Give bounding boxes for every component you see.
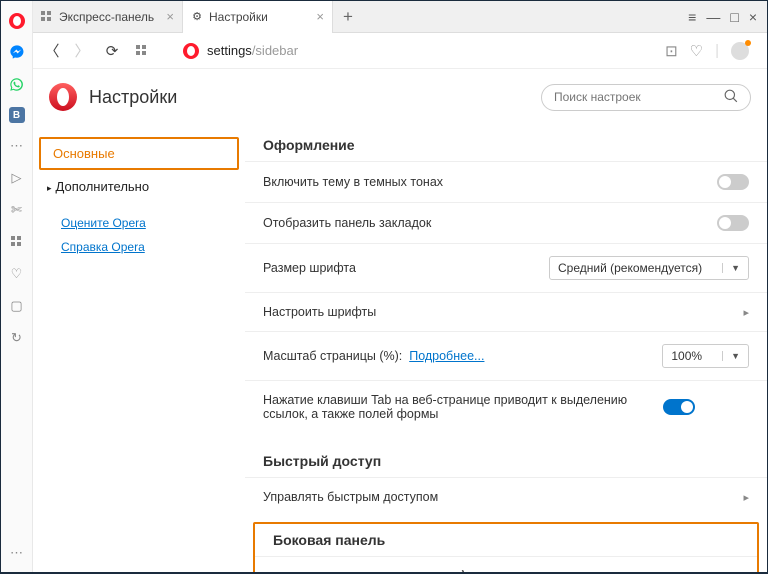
close-icon[interactable]: × xyxy=(166,9,174,24)
speed-dial-icon[interactable] xyxy=(8,233,26,251)
chevron-down-icon: ▼ xyxy=(722,263,740,273)
snapshot-icon[interactable]: ✄ xyxy=(8,201,26,219)
chevron-down-icon: ▼ xyxy=(722,351,740,361)
sidebar-section-highlight: Боковая панель Управление боковой панель… xyxy=(253,522,759,572)
section-appearance-title: Оформление xyxy=(245,125,767,161)
tab-label: Экспресс-панель xyxy=(59,10,154,24)
setting-label: Отобразить панель закладок xyxy=(263,216,717,230)
settings-header: Настройки xyxy=(33,69,767,125)
select-value: Средний (рекомендуется) xyxy=(558,261,702,275)
setting-manage-sidebar[interactable]: Управление боковой панелью ▸ xyxy=(255,556,757,572)
close-icon[interactable]: × xyxy=(316,9,324,24)
tab-settings[interactable]: ⚙ Настройки × xyxy=(183,1,333,33)
settings-search[interactable] xyxy=(541,84,751,111)
search-input[interactable] xyxy=(554,90,724,104)
tab-bar: Экспресс-панель × ⚙ Настройки × + ≡ — □ … xyxy=(33,1,767,33)
reload-button[interactable]: ⟳ xyxy=(101,40,123,62)
setting-tab-highlight[interactable]: Нажатие клавиши Tab на веб-странице прив… xyxy=(245,380,767,433)
whatsapp-icon[interactable] xyxy=(8,75,26,93)
address-text[interactable]: settings/sidebar xyxy=(207,43,298,58)
forward-button[interactable]: 〉 xyxy=(71,40,93,62)
setting-manage-quick-access[interactable]: Управлять быстрым доступом ▸ xyxy=(245,477,767,516)
vertical-sidebar: B ⋯ ▷ ✄ ♡ ▢ ↻ ⋯ xyxy=(1,1,33,572)
separator-dots: ⋯ xyxy=(8,137,26,155)
setting-label: Управление боковой панелью xyxy=(273,569,723,572)
opera-url-icon xyxy=(183,43,199,59)
maximize-icon[interactable]: □ xyxy=(730,9,738,25)
opera-menu-icon[interactable] xyxy=(9,13,25,29)
setting-label: Настроить шрифты xyxy=(263,305,733,319)
new-tab-button[interactable]: + xyxy=(333,7,363,27)
profile-avatar[interactable] xyxy=(731,42,749,60)
arrow-right-icon: ▸ xyxy=(47,183,52,193)
setting-label: Включить тему в темных тонах xyxy=(263,175,717,189)
setting-customize-fonts[interactable]: Настроить шрифты ▸ xyxy=(245,292,767,331)
messenger-icon[interactable] xyxy=(8,43,26,61)
address-host: settings xyxy=(207,43,252,58)
learn-more-link[interactable]: Подробнее... xyxy=(409,349,484,363)
setting-label: Управлять быстрым доступом xyxy=(263,490,733,504)
tabs-icon[interactable]: ▢ xyxy=(8,297,26,315)
chevron-right-icon: ▸ xyxy=(743,306,749,319)
toggle-on[interactable] xyxy=(663,399,695,415)
zoom-select[interactable]: 100% ▼ xyxy=(662,344,749,368)
tab-label: Настройки xyxy=(209,10,268,24)
personal-news-icon[interactable]: ▷ xyxy=(8,169,26,187)
easy-setup-icon[interactable]: ≡ xyxy=(688,9,696,25)
settings-content: Оформление Включить тему в темных тонах … xyxy=(245,125,767,572)
setting-label: Размер шрифта xyxy=(263,261,549,275)
bookmarks-icon[interactable]: ♡ xyxy=(8,265,26,283)
back-button[interactable]: 〈 xyxy=(41,40,63,62)
setting-show-bookmarks[interactable]: Отобразить панель закладок xyxy=(245,202,767,243)
toggle-off[interactable] xyxy=(717,174,749,190)
settings-nav: Основные ▸ Дополнительно Оцените Opera Сп… xyxy=(33,125,245,572)
chevron-right-icon: ▸ xyxy=(743,491,749,504)
help-opera-link[interactable]: Справка Opera xyxy=(61,235,245,259)
nav-advanced-label: Дополнительно xyxy=(56,179,150,194)
section-sidebar-title: Боковая панель xyxy=(255,524,757,556)
history-icon[interactable]: ↻ xyxy=(8,329,26,347)
font-size-select[interactable]: Средний (рекомендуется) ▼ xyxy=(549,256,749,280)
page-title: Настройки xyxy=(89,87,177,108)
select-value: 100% xyxy=(671,349,702,363)
speed-dial-tab-icon xyxy=(41,11,53,23)
sidebar-more-icon[interactable]: ⋯ xyxy=(8,544,26,562)
snapshot-button-icon[interactable]: ⊡ xyxy=(665,42,678,60)
setting-page-zoom: Масштаб страницы (%): Подробнее... 100% … xyxy=(245,331,767,380)
heart-icon[interactable]: ♡ xyxy=(690,42,703,60)
nav-advanced[interactable]: ▸ Дополнительно xyxy=(33,170,245,203)
chevron-right-icon: ▸ xyxy=(733,572,739,573)
nav-basic[interactable]: Основные xyxy=(39,137,239,170)
section-quick-access-title: Быстрый доступ xyxy=(245,433,767,477)
speed-dial-nav-icon[interactable] xyxy=(131,40,153,62)
opera-logo-icon xyxy=(49,83,77,111)
rate-opera-link[interactable]: Оцените Opera xyxy=(61,211,245,235)
vk-icon[interactable]: B xyxy=(9,107,25,123)
setting-font-size: Размер шрифта Средний (рекомендуется) ▼ xyxy=(245,243,767,292)
address-bar: 〈 〉 ⟳ settings/sidebar ⊡ ♡ | xyxy=(33,33,767,69)
setting-dark-theme[interactable]: Включить тему в темных тонах xyxy=(245,161,767,202)
close-window-icon[interactable]: × xyxy=(749,9,757,25)
gear-icon: ⚙ xyxy=(191,11,203,23)
address-path: /sidebar xyxy=(252,43,298,58)
tab-speed-dial[interactable]: Экспресс-панель × xyxy=(33,1,183,33)
minimize-icon[interactable]: — xyxy=(706,9,720,25)
search-icon xyxy=(724,89,738,106)
setting-label: Нажатие клавиши Tab на веб-странице прив… xyxy=(263,393,663,421)
toggle-off[interactable] xyxy=(717,215,749,231)
setting-label: Масштаб страницы (%): Подробнее... xyxy=(263,349,662,363)
